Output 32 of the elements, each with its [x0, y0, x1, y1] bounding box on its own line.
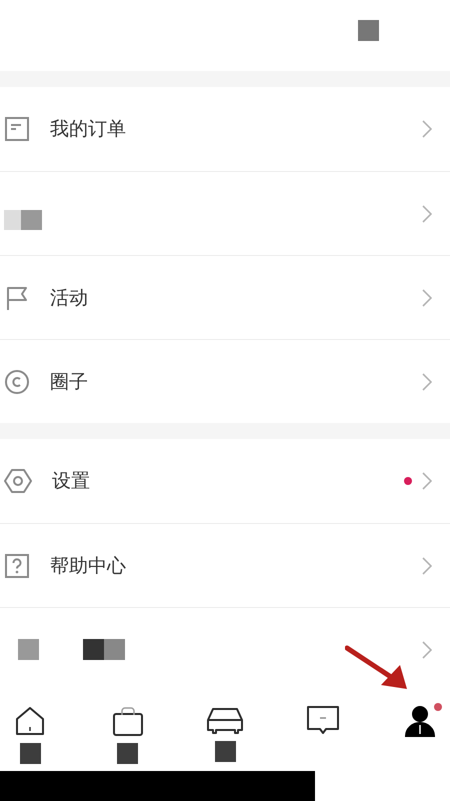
redaction-block — [358, 20, 379, 41]
message-icon — [306, 705, 340, 736]
menu-item[interactable]: 设置 — [0, 439, 450, 524]
home-icon — [14, 705, 46, 738]
chevron-right-icon — [422, 372, 432, 391]
menu-label: 我的订单 — [50, 117, 126, 142]
menu-item[interactable]: 圈子 — [0, 339, 450, 424]
flag-icon — [4, 284, 30, 311]
redaction-block — [83, 639, 125, 660]
chevron-right-icon — [422, 204, 432, 223]
chevron-right-icon — [422, 640, 432, 659]
menu-item[interactable]: 活动 — [0, 255, 450, 340]
circle-icon — [4, 368, 30, 395]
chevron-right-icon — [422, 288, 432, 307]
redaction-block — [4, 210, 42, 230]
car-icon — [206, 705, 244, 736]
menu-item[interactable]: 我的订单 — [0, 87, 450, 172]
menu-label: 设置 — [52, 469, 90, 494]
menu-label: 帮助中心 — [50, 554, 126, 579]
chevron-right-icon — [422, 556, 432, 575]
document-icon — [4, 116, 30, 142]
redaction-block — [18, 639, 39, 660]
settings-icon — [4, 468, 32, 494]
menu-item[interactable]: 帮助中心 — [0, 523, 450, 608]
chevron-right-icon — [422, 120, 432, 138]
shopping-bag-icon — [112, 705, 144, 738]
person-icon — [404, 705, 436, 738]
menu-label: 活动 — [50, 286, 88, 311]
help-icon — [4, 552, 30, 579]
menu-label: 圈子 — [50, 370, 88, 395]
arrow-annotation — [345, 645, 409, 691]
chevron-right-icon — [422, 472, 432, 490]
